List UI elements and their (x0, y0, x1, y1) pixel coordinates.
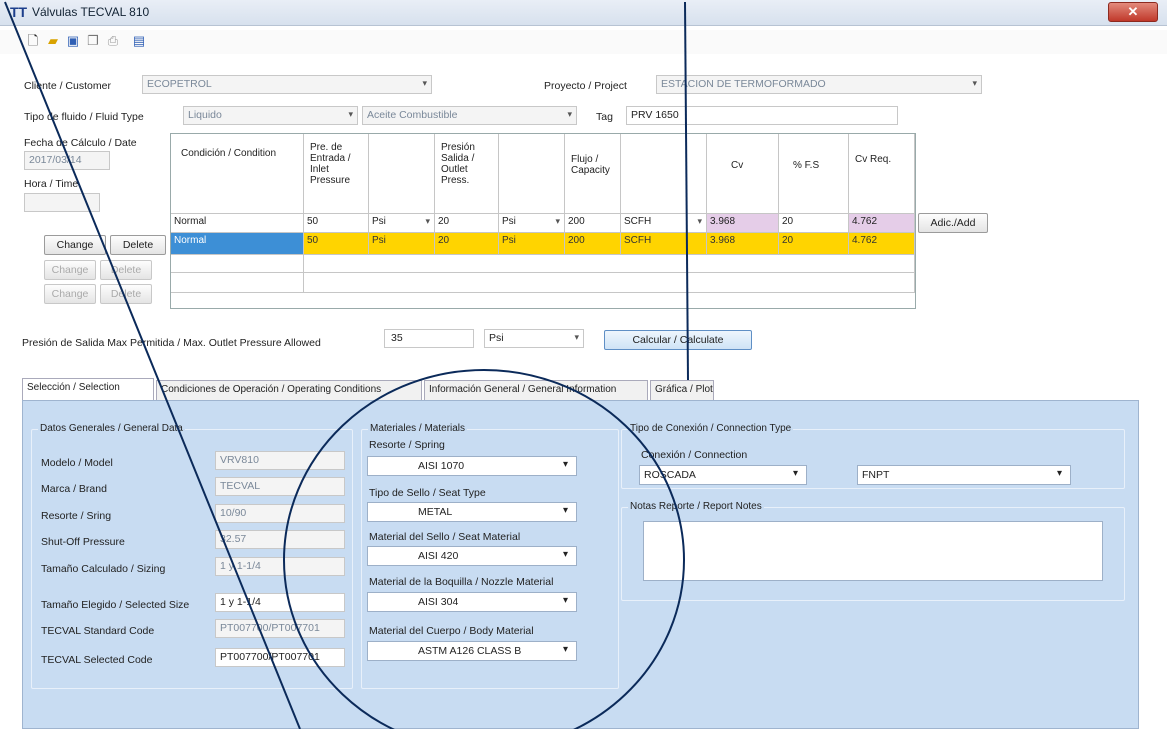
annotation-overlay (4, 1, 689, 729)
annotation-line-right (684, 1, 689, 381)
annotation-line-left (4, 1, 301, 729)
annotation-circle (283, 369, 685, 729)
